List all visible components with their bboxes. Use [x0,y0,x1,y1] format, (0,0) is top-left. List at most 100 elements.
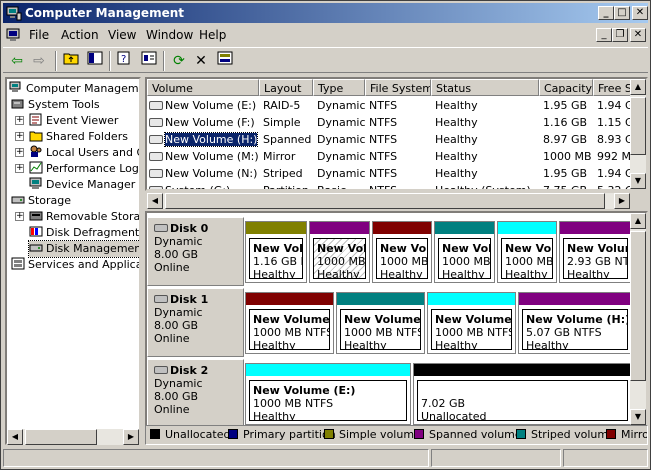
disk-label[interactable]: Disk 0 Dynamic 8.00 GB Online [147,217,244,286]
partition-size: 5.07 GB NTFS [526,326,602,339]
tree-local-users[interactable]: Local Users and Groups [29,145,139,161]
partition-status: Healthy [253,410,296,421]
partition[interactable]: New Volu1.16 GB NHealthy [245,221,307,283]
show-hide-tree-icon[interactable] [85,51,105,71]
partition-name: New Volume (H:) [526,313,628,326]
graph-vertical-scrollbar[interactable]: ▲ ▼ [630,213,646,425]
tree-storage[interactable]: Storage [11,193,71,209]
expand-removable-storage[interactable]: + [15,212,24,221]
console-menu-icon[interactable] [6,28,22,42]
properties-icon[interactable] [139,51,159,71]
disk-label[interactable]: Disk 1 Dynamic 8.00 GB Online [147,288,244,357]
tree-event-viewer[interactable]: Event Viewer [29,113,118,129]
partition[interactable]: 7.02 GB Unallocated [413,363,632,425]
menu-file[interactable]: File [29,25,49,45]
column-volume[interactable]: Volume [147,79,259,96]
close-button[interactable]: ✕ [632,6,648,20]
tree-system-tools[interactable]: System Tools [11,97,100,113]
disk-type: Dynamic [154,235,203,248]
menu-view[interactable]: View [108,25,136,45]
removable-storage-icon [29,211,43,221]
partition[interactable]: New Volu1000 MB IHealthy [372,221,432,283]
volume-fs: NTFS [369,167,398,180]
toolbar: ⇦ ⇨ ? ⟳ ✕ [3,47,648,73]
volume-list: Volume Layout Type File System Status Ca… [145,77,648,191]
svg-text:?: ? [121,54,126,65]
partition-color-bar [337,293,424,305]
column-type[interactable]: Type [313,79,365,96]
scroll-up-icon[interactable]: ▲ [630,79,646,95]
tree-device-manager[interactable]: Device Manager [29,177,135,193]
mdi-close-button[interactable]: ✕ [630,28,646,42]
scroll-down-icon[interactable]: ▼ [630,173,646,189]
partition[interactable]: New Volume 1000 MB NTFS Healthy [245,292,334,354]
column-file-system[interactable]: File System [365,79,431,96]
minimize-button[interactable]: _ [598,6,614,20]
scroll-left-icon[interactable]: ◀ [7,429,23,445]
scroll-right-icon[interactable]: ▶ [123,429,139,445]
volume-list-vertical-scrollbar[interactable]: ▲ ▼ [630,79,646,189]
menu-help[interactable]: Help [199,25,226,45]
volume-list-horizontal-scrollbar[interactable]: ◀ ▶ [147,193,630,209]
partition[interactable]: New Volu1000 MB IHealthy [434,221,495,283]
partition-size: 2.93 GB NTF [567,255,627,268]
expand-event-viewer[interactable]: + [15,116,24,125]
volume-row[interactable]: New Volume (N:) Striped Dynamic NTFS Healthy… [147,165,633,182]
partition-status: Healthy [253,268,296,279]
partition[interactable]: New Volume2.93 GB NTFHealthy [559,221,632,283]
volume-row[interactable]: New Volume (F:) Simple Dynamic NTFS Healthy 1… [147,114,633,131]
scroll-thumb[interactable] [25,429,97,445]
volume-capacity: 1.16 GB [543,116,588,129]
tree-perf-logs[interactable]: Performance Logs and Alerts [29,161,139,177]
partition[interactable]: New Volu1000 MB IHealthy [309,221,370,283]
expand-shared-folders[interactable]: + [15,132,24,141]
partition-status: Unallocated [421,410,487,421]
scroll-thumb[interactable] [630,231,646,381]
scroll-up-icon[interactable]: ▲ [630,213,646,229]
tree-disk-defragmenter[interactable]: Disk Defragmenter [29,225,139,241]
forward-icon[interactable]: ⇨ [29,51,49,71]
tree-shared-folders[interactable]: Shared Folders [29,129,128,145]
partition[interactable]: New Volume (H:) 5.07 GB NTFS Healthy [518,292,632,354]
expand-local-users[interactable]: + [15,148,24,157]
help-icon[interactable]: ? [115,51,135,71]
maximize-button[interactable]: □ [614,6,630,20]
partition[interactable]: New Volume 1000 MB NTFS Healthy [336,292,425,354]
menu-window[interactable]: Window [146,25,193,45]
tree-horizontal-scrollbar[interactable]: ◀ ▶ [7,429,139,445]
partition[interactable]: New Volume (E:) 1000 MB NTFS Healthy [245,363,411,425]
tree-disk-management[interactable]: Disk Management [28,240,139,258]
disk-type: Dynamic [154,377,203,390]
partition[interactable]: New Volume 1000 MB NTFS Healthy [427,292,516,354]
scroll-left-icon[interactable]: ◀ [147,193,163,209]
expand-perf-logs[interactable]: + [15,164,24,173]
scroll-down-icon[interactable]: ▼ [630,409,646,425]
disk-label[interactable]: Disk 2 Dynamic 8.00 GB Online [147,359,244,425]
title-bar[interactable]: Computer Management _ □ ✕ [3,3,648,23]
mdi-minimize-button[interactable]: _ [596,28,612,42]
mdi-restore-button[interactable]: ❐ [612,28,628,42]
column-layout[interactable]: Layout [259,79,313,96]
column-free-space[interactable]: Free Sp [593,79,633,96]
column-capacity[interactable]: Capacity [539,79,593,96]
partition-status: Healthy [317,268,360,279]
partition[interactable]: New Volu1000 MB IHealthy [497,221,557,283]
volume-row[interactable]: New Volume (M:) Mirror Dynamic NTFS Healthy 1… [147,148,633,165]
volume-row[interactable]: New Volume (H:) Spanned Dynamic NTFS Healthy… [147,131,633,148]
menu-action[interactable]: Action [61,25,99,45]
tree-services-applications[interactable]: Services and Applications [11,257,139,273]
column-status[interactable]: Status [431,79,539,96]
delete-icon[interactable]: ✕ [191,51,211,71]
tree-removable-storage[interactable]: Removable Storage [29,209,139,225]
scroll-thumb[interactable] [165,193,605,209]
up-level-icon[interactable] [61,51,81,71]
configure-icon[interactable] [215,51,235,71]
scroll-right-icon[interactable]: ▶ [614,193,630,209]
refresh-icon[interactable]: ⟳ [169,51,189,71]
tree-root[interactable]: Computer Management (Local) [9,81,139,97]
back-icon[interactable]: ⇦ [7,51,27,71]
volume-row[interactable]: New Volume (E:) RAID-5 Dynamic NTFS Healthy 1… [147,97,633,114]
volume-row[interactable]: System (G:) Partition Basic NTFS Healthy (Sy… [147,182,633,189]
partition-size: 1000 MB NTFS [435,326,512,339]
scroll-thumb[interactable] [630,97,646,155]
